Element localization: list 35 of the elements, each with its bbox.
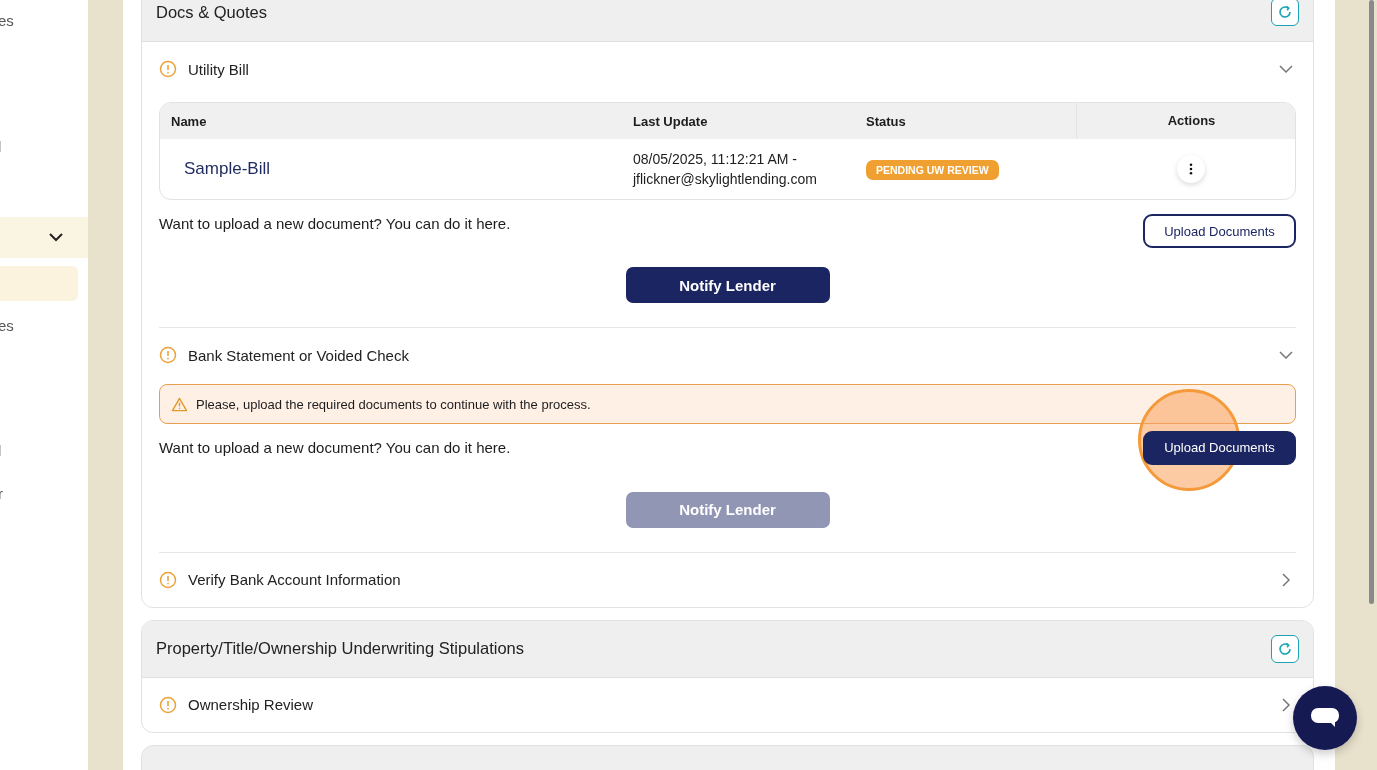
refresh-icon — [1277, 4, 1293, 20]
chevron-icon[interactable] — [1282, 697, 1290, 712]
table-cell-text: 08/05/2025, 11:12:21 AM - jflickner@skylightlending.com — [631, 150, 818, 189]
item-title[interactable]: Bank Statement or Voided Check — [188, 346, 1271, 364]
warning-circle-icon — [159, 60, 177, 78]
item-title[interactable]: Ownership Review — [188, 696, 1271, 713]
warning-triangle-icon — [171, 396, 188, 412]
alert-text: Please, upload the required documents to continue with the process. — [196, 396, 591, 412]
upload-button[interactable]: Upload Documents — [1143, 214, 1296, 248]
column-header: Actions — [1076, 103, 1295, 139]
status-badge: PENDING UW REVIEW — [866, 160, 999, 180]
upload-button[interactable]: Upload Documents — [1143, 430, 1296, 465]
section-title: Property/Title/Ownership Underwriting Stipulations — [156, 639, 525, 658]
scrollbar[interactable] — [1369, 0, 1374, 604]
warning-circle-icon — [159, 570, 177, 589]
column-header: Status — [865, 113, 907, 129]
section-title: Docs & Quotes — [156, 2, 267, 22]
refresh-button[interactable] — [1271, 0, 1299, 26]
warning-circle-icon — [159, 695, 177, 714]
chevron-icon[interactable] — [1279, 65, 1293, 73]
refresh-button[interactable] — [1271, 634, 1299, 663]
chevron-icon[interactable] — [1279, 351, 1293, 359]
chevron-icon[interactable] — [1282, 572, 1290, 587]
notify-button[interactable]: Notify Lender — [625, 267, 830, 303]
warning-circle-icon — [159, 346, 177, 364]
column-header: Last Update — [632, 113, 709, 129]
refresh-icon — [1277, 640, 1293, 657]
upload-prompt: Want to upload a new document? You can do it here. — [159, 214, 511, 232]
upload-prompt: Want to upload a new document? You can do it here. — [159, 438, 511, 456]
document-name[interactable]: Sample-Bill — [160, 159, 622, 179]
item-title[interactable]: Verify Bank Account Information — [188, 571, 1271, 588]
column-header: Name — [170, 113, 208, 129]
item-title[interactable]: Utility Bill — [188, 60, 1271, 78]
more-icon — [1189, 163, 1193, 175]
more-button[interactable] — [1177, 155, 1205, 183]
